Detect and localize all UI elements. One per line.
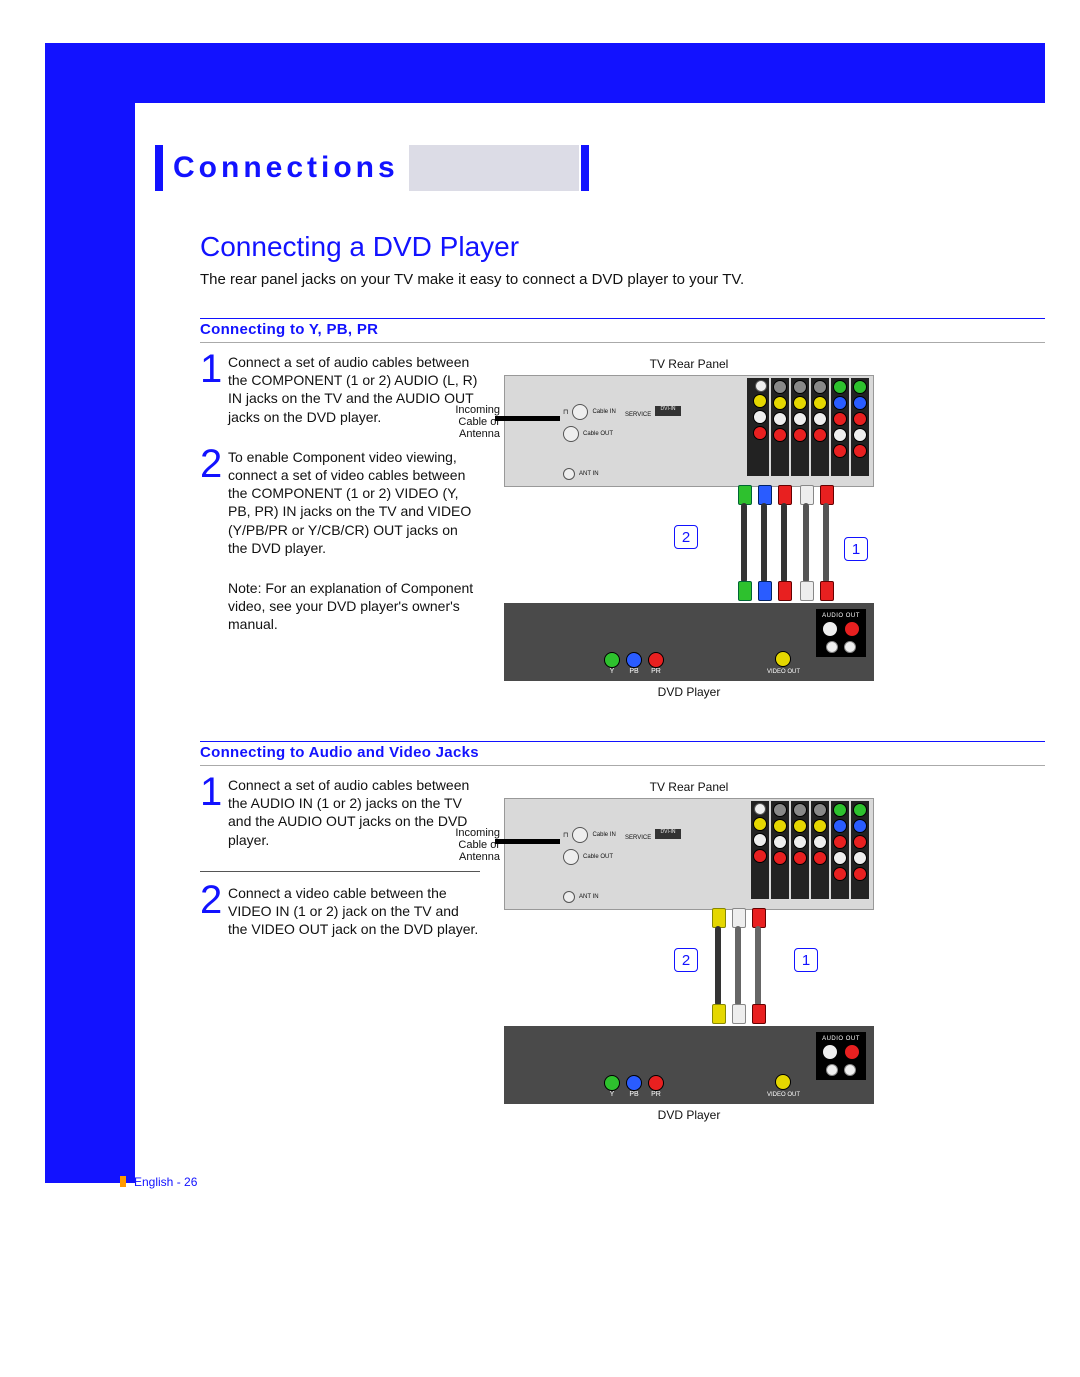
diagram-dvd-label: DVD Player bbox=[504, 685, 874, 699]
callout-2: 2 bbox=[674, 948, 698, 972]
subheading-av: Connecting to Audio and Video Jacks bbox=[200, 741, 1045, 766]
callout-2: 2 bbox=[674, 525, 698, 549]
section-title: Connections bbox=[173, 145, 399, 191]
diagram-tv-label: TV Rear Panel bbox=[504, 357, 874, 371]
step-note: Note: For an explanation of Component vi… bbox=[228, 579, 480, 634]
page-number: English - 26 bbox=[134, 1175, 197, 1189]
step-text: Connect a video cable between the VIDEO … bbox=[228, 884, 480, 939]
diagram-dvd-label: DVD Player bbox=[504, 1108, 874, 1122]
callout-1: 1 bbox=[844, 537, 868, 561]
tv-rear-panel: Incoming Cable or Antenna ⊓Cable IN Cabl… bbox=[504, 375, 874, 487]
diagram-component: TV Rear Panel Incoming Cable or Antenna … bbox=[504, 357, 874, 699]
step-1-2: 2 To enable Component video viewing, con… bbox=[200, 448, 480, 557]
step-2-2: 2 Connect a video cable between the VIDE… bbox=[200, 884, 480, 939]
callout-1: 1 bbox=[794, 948, 818, 972]
step-number: 1 bbox=[200, 351, 228, 426]
step-2-1: 1 Connect a set of audio cables between … bbox=[200, 776, 480, 849]
step-number: 1 bbox=[200, 774, 228, 849]
page-border-top bbox=[45, 43, 1045, 103]
diagram-av: TV Rear Panel Incoming Cable or Antenna … bbox=[504, 780, 874, 1122]
dvd-rear-panel: AUDIO OUT VIDEO OUT Y PB bbox=[504, 603, 874, 681]
dvd-audio-out: AUDIO OUT bbox=[816, 609, 866, 657]
tv-rear-panel-2: Incoming Cable or Antenna ⊓Cable IN Cabl… bbox=[504, 798, 874, 910]
step-text: To enable Component video viewing, conne… bbox=[228, 448, 480, 557]
dvd-rear-panel-2: AUDIO OUT VIDEO OUT Y PB bbox=[504, 1026, 874, 1104]
diagram-tv-label: TV Rear Panel bbox=[504, 780, 874, 794]
jack-columns bbox=[747, 378, 869, 476]
page-border-left bbox=[45, 43, 135, 1183]
incoming-label: Incoming Cable or Antenna bbox=[440, 827, 500, 863]
step-number: 2 bbox=[200, 446, 228, 557]
page-title: Connecting a DVD Player bbox=[200, 231, 1045, 263]
section-header: Connections bbox=[155, 145, 1045, 191]
page-footer: English - 26 bbox=[120, 1175, 197, 1189]
incoming-label: Incoming Cable or Antenna bbox=[440, 404, 500, 440]
step-1-1: 1 Connect a set of audio cables between … bbox=[200, 353, 480, 426]
subheading-component: Connecting to Y, PB, PR bbox=[200, 318, 1045, 343]
intro-text: The rear panel jacks on your TV make it … bbox=[200, 271, 1045, 288]
step-number: 2 bbox=[200, 882, 228, 939]
